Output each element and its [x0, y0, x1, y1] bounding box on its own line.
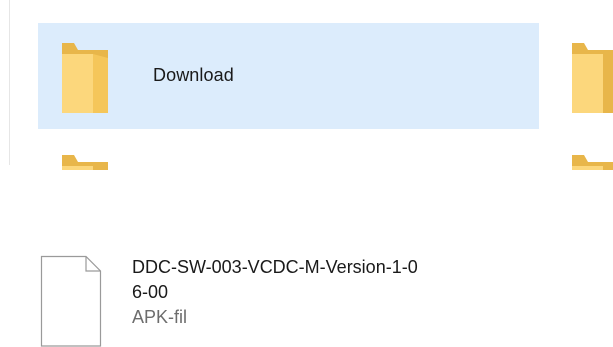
folder-label: Download — [153, 65, 234, 85]
file-item[interactable]: DDC-SW-003-VCDC-M-Version-1-0 6-00 APK-f… — [40, 255, 560, 347]
folder-icon[interactable] — [571, 152, 613, 170]
file-name: DDC-SW-003-VCDC-M-Version-1-0 6-00 — [132, 257, 418, 302]
folder-icon[interactable] — [571, 40, 613, 114]
folder-icon — [62, 43, 108, 113]
pane-divider — [9, 0, 10, 165]
file-explorer-view: Download DDC-SW-003-VCDC-M-Version-1-0 6… — [0, 0, 613, 347]
file-icon — [40, 255, 102, 347]
file-type: APK-fil — [132, 307, 188, 327]
folder-item-download[interactable]: Download — [38, 23, 539, 129]
folder-pane: Download — [0, 0, 613, 170]
folder-icon[interactable] — [61, 152, 109, 170]
